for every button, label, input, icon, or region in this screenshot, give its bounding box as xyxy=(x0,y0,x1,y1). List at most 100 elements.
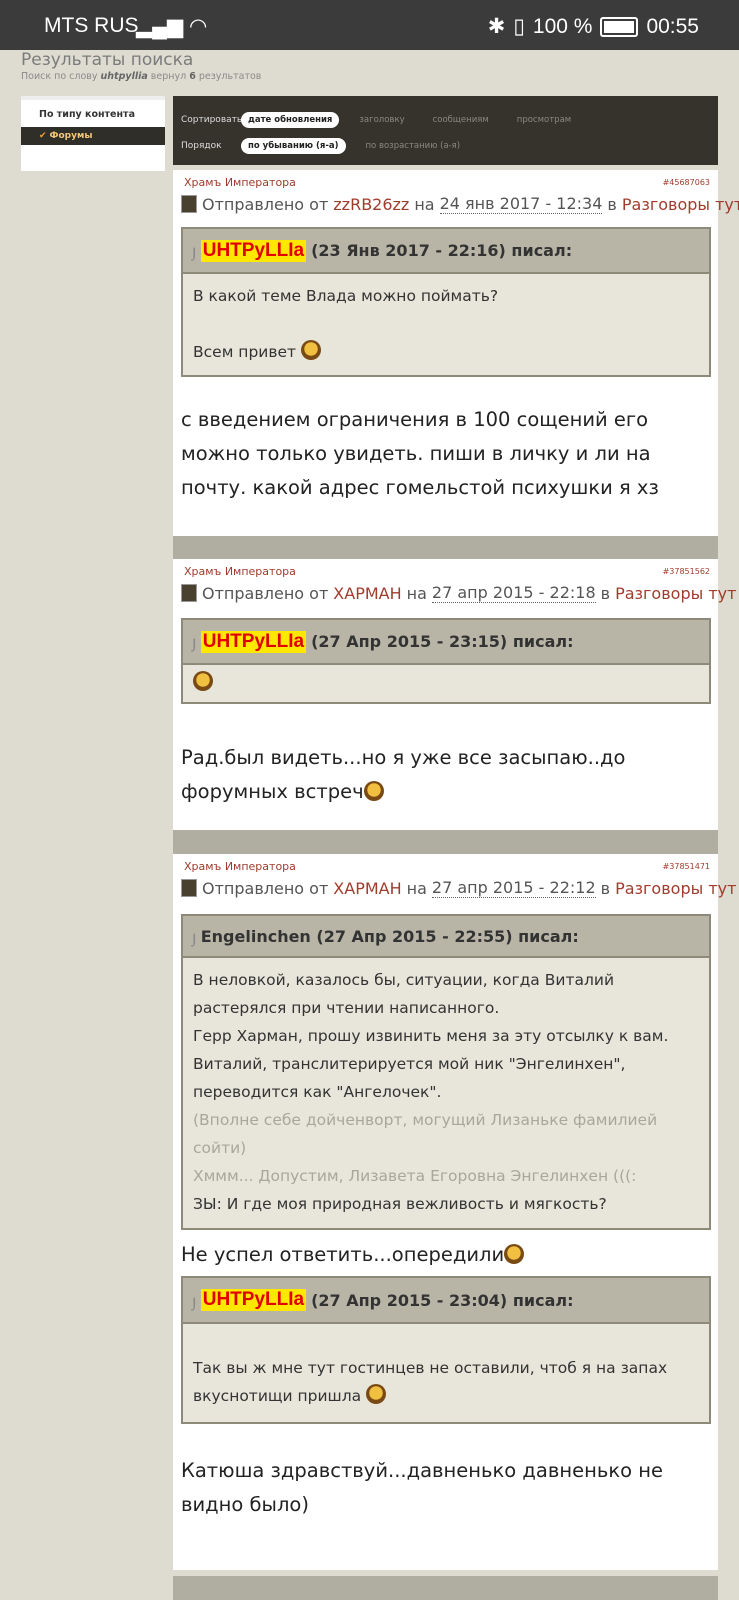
carrier-label: MTS RUS xyxy=(44,14,139,37)
forum-link[interactable]: Разговоры тут xyxy=(615,584,736,603)
content-type-filter: По типу контента ✔ Форумы xyxy=(21,96,165,171)
quote-line: Всем привет xyxy=(193,338,699,366)
quote-line: В неловкой, казалось бы, ситуации, когда… xyxy=(193,971,615,1017)
quote-line-text: Так вы ж мне тут гостинцев не оставили, … xyxy=(193,1359,668,1405)
sort-bar: Сортировать дате обновления заголовку со… xyxy=(173,96,718,165)
quote-block: ⌡ UHTPyLLIa (27 Апр 2015 - 23:04) писал:… xyxy=(181,1276,711,1424)
byline-in: в xyxy=(607,194,617,214)
quote-block: ⌡ UHTPyLLIa (27 Апр 2015 - 23:15) писал: xyxy=(181,618,711,704)
post-id-link[interactable]: #37851471 xyxy=(663,862,710,871)
smiley-icon xyxy=(193,671,213,691)
forum-link[interactable]: Разговоры тут xyxy=(615,879,736,898)
post-byline: Отправлено от ХАРМАН на 27 апр 2015 - 22… xyxy=(181,583,739,603)
quote-icon: ⌡ xyxy=(191,639,198,652)
quote-line-faded: (Вполне себе дойченворт, могущий Лизаньк… xyxy=(193,1111,658,1157)
post-divider xyxy=(173,1576,718,1600)
quote-line: В какой теме Влада можно поймать? xyxy=(193,287,499,305)
quote-header: ⌡ UHTPyLLIa (23 Янв 2017 - 22:16) писал: xyxy=(183,229,709,274)
quote-body: В неловкой, казалось бы, ситуации, когда… xyxy=(183,958,709,1226)
search-query: uhtpyllia xyxy=(100,71,148,82)
battery-icon xyxy=(600,16,639,37)
byline-on: на xyxy=(414,194,435,214)
byline-prefix: Отправлено от xyxy=(202,583,329,603)
byline-prefix: Отправлено от xyxy=(202,878,329,898)
search-result-post: Храмъ Императора #45687063 Отправлено от… xyxy=(173,170,739,536)
quote-icon: ⌡ xyxy=(191,248,198,261)
post-date: 27 апр 2015 - 22:12 xyxy=(431,878,596,898)
byline-in: в xyxy=(600,878,611,898)
post-id-link[interactable]: #37851562 xyxy=(663,567,710,576)
quote-header: ⌡ UHTPyLLIa (27 Апр 2015 - 23:15) писал: xyxy=(183,620,709,665)
quote-line-text: Всем привет xyxy=(193,343,297,361)
topic-link[interactable]: Храмъ Императора xyxy=(184,565,296,578)
post-byline: Отправлено от ХАРМАН на 27 апр 2015 - 22… xyxy=(181,878,739,898)
quote-line: Виталий, транслитерируется мой ник "Энге… xyxy=(193,1055,626,1101)
byline-on: на xyxy=(406,583,427,603)
quote-body: В какой теме Влада можно поймать? Всем п… xyxy=(183,274,709,374)
checkmark-icon: ✔ xyxy=(39,131,47,141)
quote-icon: ⌡ xyxy=(191,1297,198,1311)
sort-option-title[interactable]: заголовку xyxy=(359,115,404,125)
quote-meta: (23 Янв 2017 - 22:16) писал: xyxy=(311,241,573,260)
quote-meta: Engelinchen (27 Апр 2015 - 22:55) писал: xyxy=(200,926,579,946)
post-byline: Отправлено от zzRB26zz на 24 янв 2017 - … xyxy=(181,194,739,214)
smiley-icon xyxy=(301,340,321,360)
avatar xyxy=(181,195,197,213)
topic-link[interactable]: Храмъ Императора xyxy=(184,176,296,189)
vibrate-icon: ▯ xyxy=(513,15,525,38)
clock: 00:55 xyxy=(646,14,699,38)
author-link[interactable]: zzRB26zz xyxy=(333,195,409,214)
sort-label: Сортировать xyxy=(181,115,243,125)
quote-line: ЗЫ: И где моя природная вежливость и мяг… xyxy=(193,1195,607,1213)
quoted-user[interactable]: UHTPyLLIa xyxy=(200,1289,307,1311)
search-summary: Поиск по слову uhtpyllia вернул 6 резуль… xyxy=(21,71,261,82)
order-option-desc[interactable]: по убыванию (я-а) xyxy=(241,138,346,154)
filter-item-forums[interactable]: ✔ Форумы xyxy=(21,127,165,145)
quoted-user[interactable]: UHTPyLLIa xyxy=(200,630,307,653)
quote-icon: ⌡ xyxy=(191,933,198,947)
post-date: 24 янв 2017 - 12:34 xyxy=(439,194,603,214)
order-option-asc[interactable]: по возрастанию (а-я) xyxy=(366,141,461,151)
search-result-post: Храмъ Императора #37851562 Отправлено от… xyxy=(173,559,736,830)
summary-prefix: Поиск по слову xyxy=(21,71,98,82)
byline-in: в xyxy=(600,583,611,603)
quote-meta: (27 Апр 2015 - 23:04) писал: xyxy=(311,1290,574,1310)
avatar xyxy=(181,879,197,897)
order-row: Порядок по убыванию (я-а) по возрастанию… xyxy=(181,138,488,154)
post-id-link[interactable]: #45687063 xyxy=(663,178,710,187)
topic-link[interactable]: Храмъ Императора xyxy=(184,860,296,873)
smiley-icon xyxy=(366,1384,387,1404)
status-right: ✱ ▯ 100 % 00:55 xyxy=(488,14,699,39)
result-count: 6 xyxy=(189,71,196,82)
search-result-post: Храмъ Императора #37851471 Отправлено от… xyxy=(173,854,736,1570)
author-link[interactable]: ХАРМАН xyxy=(333,879,401,898)
post-divider xyxy=(173,830,718,854)
quote-body xyxy=(183,665,709,701)
post-message: Катюша здравствуй...давненько давненько … xyxy=(181,1459,663,1516)
post-message: Не успел ответить...опередили xyxy=(181,1238,711,1272)
post-message-text: Не успел ответить...опередили xyxy=(181,1243,505,1266)
post-message: с введением ограничения в 100 сощений ег… xyxy=(181,408,659,499)
quote-meta: (27 Апр 2015 - 23:15) писал: xyxy=(311,632,574,651)
post-message-text: Рад.был видеть...но я уже все засыпаю..д… xyxy=(181,746,626,803)
post-message: Рад.был видеть...но я уже все засыпаю..д… xyxy=(181,741,711,809)
smiley-icon xyxy=(504,1244,525,1264)
quote-line: Герр Харман, прошу извинить меня за эту … xyxy=(193,1027,669,1045)
quote-block: ⌡ UHTPyLLIa (23 Янв 2017 - 22:16) писал:… xyxy=(181,227,711,377)
forum-link[interactable]: Разговоры тут xyxy=(622,195,739,214)
author-link[interactable]: ХАРМАН xyxy=(333,584,401,603)
filter-heading: По типу контента xyxy=(39,109,135,120)
filter-item-label: Форумы xyxy=(49,131,93,141)
quoted-user[interactable]: UHTPyLLIa xyxy=(200,239,307,262)
post-date: 27 апр 2015 - 22:18 xyxy=(431,583,596,603)
battery-percent: 100 % xyxy=(532,14,593,38)
avatar xyxy=(181,584,197,602)
sort-option-posts[interactable]: сообщениям xyxy=(433,115,489,125)
smiley-icon xyxy=(363,781,384,801)
quote-header: ⌡ UHTPyLLIa (27 Апр 2015 - 23:04) писал: xyxy=(183,1278,709,1324)
quote-header: ⌡ Engelinchen (27 Апр 2015 - 22:55) писа… xyxy=(183,916,709,958)
sort-option-date[interactable]: дате обновления xyxy=(241,112,340,128)
page-title: Результаты поиска xyxy=(21,50,194,70)
byline-prefix: Отправлено от xyxy=(202,194,329,214)
sort-option-views[interactable]: просмотрам xyxy=(517,115,571,125)
